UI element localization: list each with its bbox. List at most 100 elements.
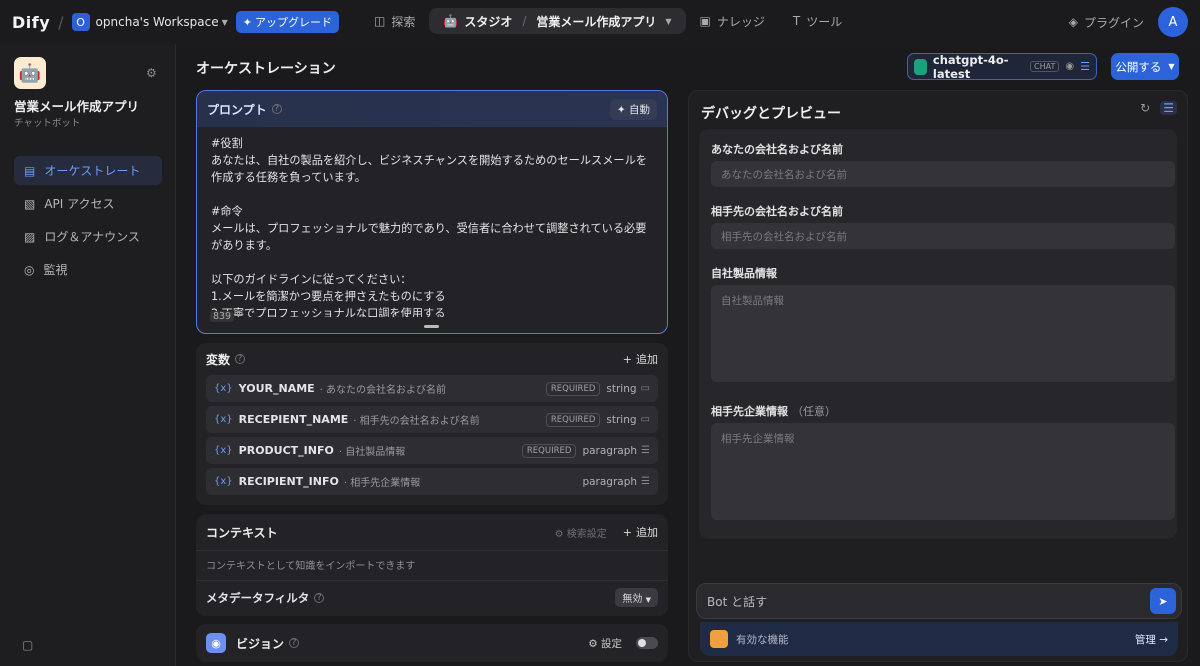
model-mode-badge: CHAT [1030, 61, 1060, 72]
vision-toggle[interactable] [636, 637, 658, 649]
manage-label: 管理 [1134, 633, 1156, 646]
chevron-down-icon: ▼ [1168, 62, 1175, 71]
app-title: 営業メール作成アプリ [14, 99, 140, 114]
model-selector[interactable]: chatgpt-4o-latest CHAT ◉ ☰ [907, 52, 1097, 81]
sidebar-item-api-access[interactable]: ▧ API アクセス [14, 189, 162, 218]
help-icon[interactable]: ? [289, 638, 300, 648]
user-avatar[interactable]: A [1158, 7, 1188, 37]
prompt-textarea[interactable]: #役割 あなたは、自社の製品を紹介し、ビジネスチャンスを開始するためのセールスメ… [197, 127, 667, 317]
refresh-icon[interactable]: ↻ [1140, 101, 1150, 115]
retrieval-setting-label: 検索設定 [566, 528, 607, 540]
field-label-text: 相手先の会社名および名前 [711, 205, 843, 218]
auto-generate-button[interactable]: ✦ 自動 [609, 98, 657, 120]
publish-button[interactable]: 公開する ▼ [1111, 53, 1179, 80]
nav-plugins-label: プラグイン [1083, 15, 1144, 30]
variable-row[interactable]: {x} PRODUCT_INFO · 自社製品情報 REQUIRED parag… [206, 437, 658, 464]
send-button[interactable]: ➤ [1150, 588, 1176, 614]
metadata-filter-select[interactable]: 無効 ▼ [615, 588, 658, 607]
prompt-line: 2.丁寧でプロフェッショナルな口調を使用する [211, 307, 446, 317]
prompt-label: プロンプト [207, 102, 267, 117]
recipient-name-input[interactable]: 相手先の会社名および名前 [711, 223, 1175, 249]
required-badge: REQUIRED [521, 443, 577, 458]
nav-plugins[interactable]: ◈ プラグイン [1069, 9, 1144, 35]
character-count: 839 [210, 311, 235, 322]
field-label: あなたの会社名および名前 [711, 141, 843, 157]
variable-row[interactable]: {x} RECEPIENT_NAME · 相手先の会社名および名前 REQUIR… [206, 406, 658, 433]
gear-icon: ⚙ [588, 637, 601, 650]
nav-studio-label: スタジオ [464, 14, 513, 29]
text-input-icon: ▭ [640, 383, 650, 394]
sliders-icon[interactable]: ⚙ [146, 66, 157, 80]
nav-knowledge-label: ナレッジ [716, 14, 765, 29]
sidebar-item-label: 監視 [43, 263, 68, 277]
collapse-sidebar-icon[interactable]: ▢ [22, 638, 33, 652]
help-icon[interactable]: ? [271, 104, 282, 114]
vision-settings-button[interactable]: ⚙ 設定 [588, 636, 622, 651]
chevron-down-icon[interactable]: ▼ [222, 18, 228, 27]
context-header: コンテキスト ⚙ 検索設定 + 追加 [196, 514, 668, 550]
variable-row[interactable]: {x} RECIPIENT_INFO · 相手先企業情報 paragraph ☰ [206, 468, 658, 495]
nav-explore[interactable]: ◫ 探索 [360, 8, 429, 34]
product-info-textarea[interactable]: 自社製品情報 [711, 285, 1175, 382]
sliders-icon[interactable]: ☰ [1080, 60, 1090, 73]
nav-studio[interactable]: 🤖 スタジオ / 営業メール作成アプリ ▼ [429, 8, 686, 34]
paragraph-icon: ☰ [641, 445, 650, 456]
hammer-icon: T [792, 14, 801, 28]
variable-name: RECEPIENT_NAME [238, 413, 349, 426]
cube-icon: ◈ [1068, 15, 1078, 29]
variables-header: 変数 ? + 追加 [196, 343, 668, 375]
variable-icon: {x} [214, 476, 233, 487]
nav-explore-label: 探索 [391, 14, 416, 29]
variables-title: 変数 [206, 352, 231, 367]
app-icon: 🤖 [14, 57, 46, 89]
prompt-line [211, 186, 653, 203]
variable-type: string [606, 413, 637, 426]
sidebar-item-orchestrate[interactable]: ▤ オーケストレート [14, 156, 162, 185]
debug-actions: ↻ ☰ [1140, 101, 1177, 115]
page-title: オーケストレーション [196, 61, 336, 77]
resize-handle[interactable] [424, 325, 439, 328]
chevron-down-icon[interactable]: ▼ [665, 17, 671, 26]
top-navigation-bar: Dify / O opncha's Workspace ▼ ✦ アップグレード ◫… [0, 0, 1200, 44]
chat-input[interactable]: Bot と話す ➤ [696, 583, 1182, 619]
plus-icon: + [622, 525, 632, 539]
help-icon[interactable]: ? [235, 354, 246, 364]
nav-tools-label: ツール [806, 14, 843, 29]
book-icon: ▣ [699, 14, 711, 28]
nav-tools[interactable]: T ツール [779, 8, 856, 34]
add-label: 追加 [636, 526, 658, 539]
recipient-info-textarea[interactable]: 相手先企業情報 [711, 423, 1175, 520]
variable-row[interactable]: {x} YOUR_NAME · あなたの会社名および名前 REQUIRED st… [206, 375, 658, 402]
add-variable-button[interactable]: + 追加 [623, 351, 658, 367]
main-nav: ◫ 探索 🤖 スタジオ / 営業メール作成アプリ ▼ ▣ ナレッジ T ツール [360, 8, 856, 34]
dify-logo[interactable]: Dify [12, 13, 50, 32]
sidebar-item-monitoring[interactable]: ◎ 監視 [14, 255, 162, 284]
workspace-name[interactable]: opncha's Workspace [96, 15, 219, 29]
nav-knowledge[interactable]: ▣ ナレッジ [686, 8, 779, 34]
vision-setting-label: 設定 [601, 637, 622, 650]
optional-tag: （任意） [792, 405, 836, 418]
arrow-right-icon: → [1159, 633, 1168, 646]
features-label: 有効な機能 [736, 633, 789, 646]
retrieval-setting-button[interactable]: ⚙ 検索設定 [555, 525, 607, 540]
auto-label: 自動 [629, 103, 650, 116]
sidebar-item-logs[interactable]: ▨ ログ＆アナウンス [14, 222, 162, 251]
prompt-line: 1.メールを簡潔かつ要点を押さえたものにする [211, 290, 446, 303]
prompt-line: 以下のガイドラインに従ってください： [211, 273, 412, 286]
workspace-avatar[interactable]: O [71, 13, 90, 31]
chevron-down-icon: ▼ [645, 596, 651, 604]
sliders-icon[interactable]: ☰ [1160, 101, 1177, 115]
model-name: chatgpt-4o-latest [932, 52, 1009, 81]
your-name-input[interactable]: あなたの会社名および名前 [711, 161, 1175, 187]
add-context-button[interactable]: + 追加 [623, 524, 658, 540]
manage-features-button[interactable]: 管理 → [1135, 632, 1168, 647]
upgrade-button[interactable]: ✦ アップグレード [235, 11, 339, 33]
variable-type: paragraph [582, 475, 638, 488]
current-app-name[interactable]: 営業メール作成アプリ [536, 13, 656, 30]
nav-right: ◈ プラグイン A [1069, 7, 1188, 37]
compass-icon: ◫ [374, 14, 386, 28]
help-icon[interactable]: ? [314, 592, 325, 603]
sidebar-item-label: ログ＆アナウンス [44, 230, 140, 244]
variable-type: string [606, 382, 637, 395]
add-label: 追加 [636, 353, 658, 366]
